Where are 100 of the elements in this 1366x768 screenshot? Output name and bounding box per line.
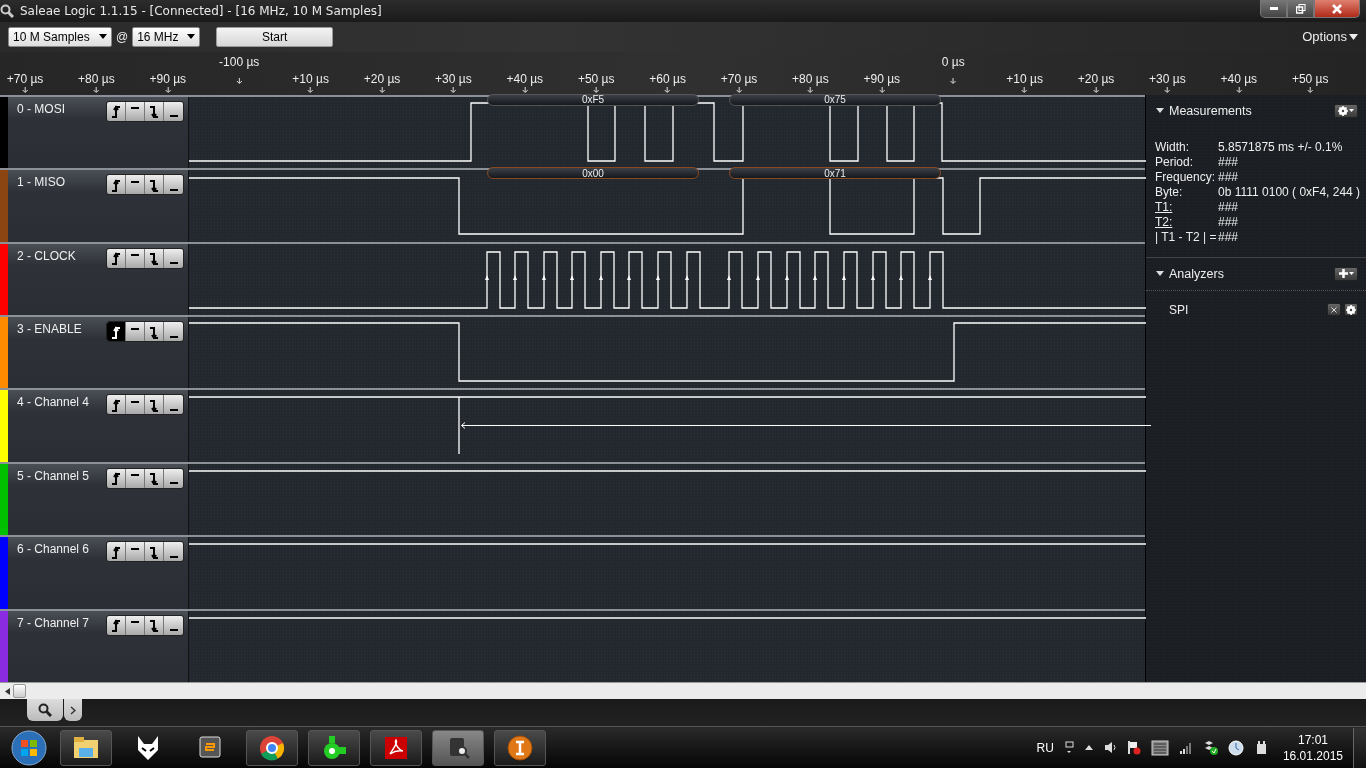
settings-button[interactable] — [1344, 303, 1358, 317]
settings-icon — [1338, 105, 1348, 116]
search-icon — [38, 703, 52, 718]
restore-icon — [1295, 3, 1306, 14]
list-window-icon[interactable] — [1150, 739, 1169, 756]
show-desktop-button[interactable] — [1353, 727, 1366, 768]
tick-arrow-icon — [878, 86, 886, 93]
show-hidden-icons-icon[interactable] — [1083, 744, 1094, 752]
taskbar-button[interactable] — [60, 729, 112, 766]
channel-name: 0 - MOSI — [17, 101, 66, 118]
taskbar-button[interactable] — [246, 729, 298, 766]
measurement-value: ### — [1218, 229, 1240, 245]
clock-time[interactable]: 17:01 — [1297, 731, 1328, 748]
measurement-label[interactable]: T1: — [1155, 199, 1218, 215]
section-title[interactable]: Analyzers — [1169, 266, 1329, 281]
low-level-icon — [169, 408, 178, 411]
rising-edge-icon — [111, 177, 121, 192]
channel-name: 4 - Channel 4 — [17, 395, 91, 412]
falling-edge-icon — [149, 618, 159, 633]
close-button[interactable] — [1314, 0, 1360, 18]
rate-dropdown[interactable]: 16 MHz — [132, 26, 201, 47]
plus-icon — [1338, 269, 1348, 279]
rising-edge-icon — [111, 324, 121, 339]
start-orb-icon — [10, 728, 48, 767]
taskbar-button[interactable] — [494, 729, 546, 766]
signal-bars-icon[interactable] — [1178, 741, 1192, 754]
low-level-icon — [169, 629, 178, 632]
rising-edge-icon — [111, 544, 121, 559]
trigger-button[interactable] — [107, 322, 126, 341]
low-level-icon — [169, 262, 178, 265]
options-button[interactable]: Options — [1302, 29, 1358, 45]
high-level-icon — [131, 254, 139, 257]
close-icon — [1331, 3, 1343, 14]
time-label: +90 µs — [149, 71, 187, 86]
time-label: 0 µs — [941, 54, 965, 69]
analyzer-name[interactable]: SPI — [1169, 302, 1324, 317]
tick-arrow-icon — [449, 86, 457, 93]
falling-edge-icon — [149, 544, 159, 559]
close-icon — [1331, 306, 1337, 313]
time-label: +60 µs — [649, 71, 686, 86]
tick-arrow-icon — [521, 86, 529, 93]
measurement-value: 5.8571875 ms +/- 0.1% — [1218, 139, 1344, 155]
high-level-icon — [131, 474, 139, 477]
tick-arrow-icon — [1021, 86, 1029, 93]
rising-edge-icon — [111, 618, 121, 633]
measurement-label[interactable]: T2: — [1155, 214, 1218, 230]
clock-disc-icon[interactable] — [1227, 739, 1244, 756]
channel-name: 6 - Channel 6 — [17, 542, 91, 559]
caret-icon — [1349, 33, 1358, 40]
window-title: Saleae Logic 1.1.15 - [Connected] - [16 MHz, 10 M Samples] — [20, 3, 382, 18]
high-level-icon — [131, 180, 139, 183]
high-level-icon — [131, 107, 139, 110]
tick-arrow-icon — [1306, 86, 1314, 93]
low-level-icon — [169, 335, 178, 338]
restore-button[interactable] — [1287, 0, 1314, 18]
falling-edge-icon — [149, 324, 159, 339]
decoded-value: 0x00 — [487, 167, 699, 180]
start-button[interactable]: Start — [216, 26, 334, 47]
time-label: +20 µs — [363, 71, 401, 86]
falling-edge-icon — [149, 397, 159, 412]
language-indicator[interactable]: RU — [1036, 740, 1054, 755]
measurement-label: Frequency: — [1155, 169, 1217, 185]
minimize-button[interactable] — [1260, 0, 1287, 18]
low-level-icon — [169, 555, 178, 558]
settings-icon — [1346, 304, 1356, 315]
low-level-icon — [169, 482, 178, 485]
channel-name: 5 - Channel 5 — [17, 468, 91, 485]
low-level-icon — [169, 188, 178, 191]
channel-name: 2 - CLOCK — [17, 248, 77, 265]
measurement-value: ### — [1218, 169, 1240, 185]
horizontal-scrollbar[interactable] — [0, 682, 1366, 700]
keyboard-layout-icon[interactable] — [1063, 741, 1074, 755]
measurement-value: 0b 1111 0100 ( 0xF4, 244 ) — [1218, 184, 1362, 200]
channel-name: 7 - Channel 7 — [17, 615, 91, 632]
measurement-value: ### — [1218, 199, 1240, 215]
tick-arrow-icon — [1163, 86, 1171, 93]
expand-tab[interactable] — [64, 699, 82, 722]
remove-button[interactable] — [1327, 303, 1341, 317]
section-title[interactable]: Measurements — [1169, 103, 1329, 118]
search-tab[interactable] — [27, 699, 63, 722]
time-label: +20 µs — [1077, 71, 1115, 86]
at-label: @ — [116, 29, 129, 44]
taskbar-button[interactable] — [308, 729, 360, 766]
scroll-thumb[interactable] — [13, 684, 26, 699]
high-level-icon — [131, 547, 139, 550]
speaker-icon[interactable] — [1103, 741, 1117, 755]
settings-button[interactable] — [1334, 103, 1358, 118]
clock-date[interactable]: 16.01.2015 — [1282, 747, 1343, 764]
taskbar-button[interactable] — [370, 729, 422, 766]
measurement-label: Byte: — [1155, 184, 1184, 200]
falling-edge-icon — [149, 471, 159, 486]
flag-error-icon[interactable] — [1126, 740, 1141, 756]
high-level-icon — [131, 621, 139, 624]
channel-name: 1 - MISO — [17, 175, 66, 192]
rising-edge-icon — [111, 104, 121, 119]
samples-dropdown[interactable]: 10 M Samples — [8, 26, 112, 47]
rising-edge-icon — [111, 397, 121, 412]
tick-arrow-icon — [1235, 86, 1243, 93]
add-analyzer-button[interactable] — [1334, 266, 1358, 281]
time-label: +80 µs — [78, 71, 115, 86]
